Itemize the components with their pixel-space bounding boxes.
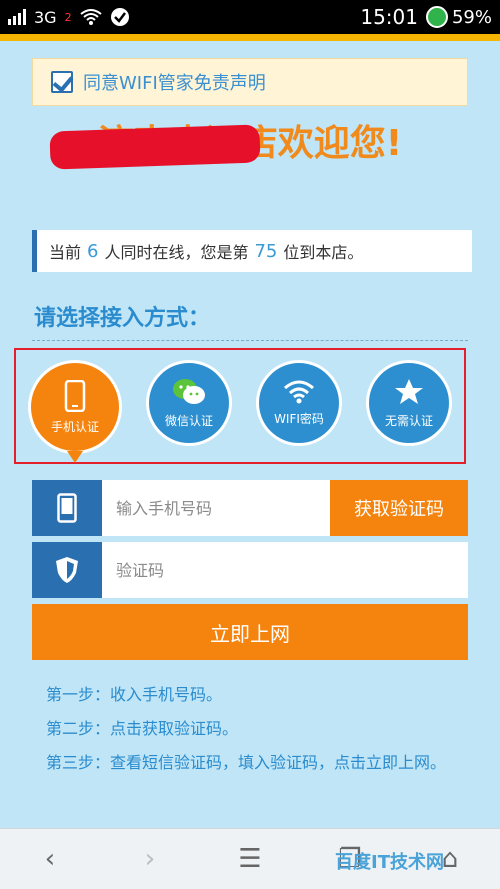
battery-percent: 59%: [451, 6, 492, 28]
phone-icon: [64, 379, 86, 412]
watermark: 百度IT技术网: [335, 852, 444, 873]
forward-icon[interactable]: ›: [120, 844, 180, 874]
step-2: 第二步：点击获取验证码。: [46, 719, 239, 738]
section-title: 请选择接入方式：: [34, 306, 211, 331]
method-label: 微信认证: [164, 413, 213, 428]
online-status: 当前 6 人同时在线，您是第 75 位到本店。: [32, 230, 472, 272]
method-label: 手机认证: [50, 419, 99, 434]
accent-line: [0, 34, 500, 41]
clock: 15:01: [360, 5, 418, 29]
connect-button[interactable]: 立即上网: [32, 604, 468, 660]
notification-icon: [110, 8, 129, 26]
back-icon[interactable]: ‹: [20, 844, 80, 874]
method-wifi[interactable]: WIFI密码: [256, 360, 342, 446]
method-phone[interactable]: 手机认证: [28, 360, 122, 463]
code-input[interactable]: [102, 542, 468, 598]
battery-indicator: 59%: [425, 6, 492, 28]
wifi-status-icon: [79, 9, 102, 25]
code-row: [32, 542, 468, 598]
menu-icon[interactable]: ☰: [220, 844, 280, 874]
method-label: 无需认证: [384, 413, 433, 428]
online-suffix: 位到本店。: [283, 243, 364, 262]
agreement-checkbox[interactable]: [51, 71, 73, 93]
signal-icon: [8, 9, 26, 25]
method-wechat[interactable]: 微信认证: [146, 360, 232, 446]
visitor-rank: 75: [254, 240, 278, 262]
sim-indicator: 2: [64, 10, 72, 24]
online-count: 6: [87, 240, 99, 262]
shield-icon: [56, 557, 78, 583]
online-middle: 人同时在线，您是第: [104, 243, 249, 262]
wifi-icon: [284, 380, 314, 403]
step-3: 第三步：查看短信验证码，填入验证码，点击立即上网。: [46, 753, 447, 772]
wechat-icon: [173, 378, 205, 404]
star-icon: [395, 378, 423, 404]
code-field-icon: [32, 542, 102, 598]
redaction-mark: [49, 124, 261, 170]
phone-input[interactable]: [102, 480, 330, 536]
agreement-label: 同意WIFI管家免责声明: [83, 73, 266, 94]
method-no-auth[interactable]: 无需认证: [366, 360, 452, 446]
instructions: 第一步：收入手机号码。 第二步：点击获取验证码。 第三步：查看短信验证码，填入验…: [46, 680, 446, 782]
get-code-button[interactable]: 获取验证码: [330, 480, 468, 536]
agreement-box[interactable]: 同意WIFI管家免责声明: [32, 58, 468, 106]
online-prefix: 当前: [49, 243, 82, 262]
divider: [32, 340, 468, 341]
phone-row: 获取验证码: [32, 480, 468, 536]
status-bar: 3G 2 15:01 59%: [0, 0, 500, 34]
phone-field-icon: [32, 480, 102, 536]
battery-icon: [425, 6, 448, 28]
auth-methods: 手机认证 微信认证 WIFI密码 无需认证: [14, 348, 466, 464]
method-label: WIFI密码: [274, 411, 324, 426]
phone-icon: [57, 493, 77, 523]
network-type: 3G: [34, 7, 57, 27]
step-1: 第一步：收入手机号码。: [46, 685, 223, 704]
